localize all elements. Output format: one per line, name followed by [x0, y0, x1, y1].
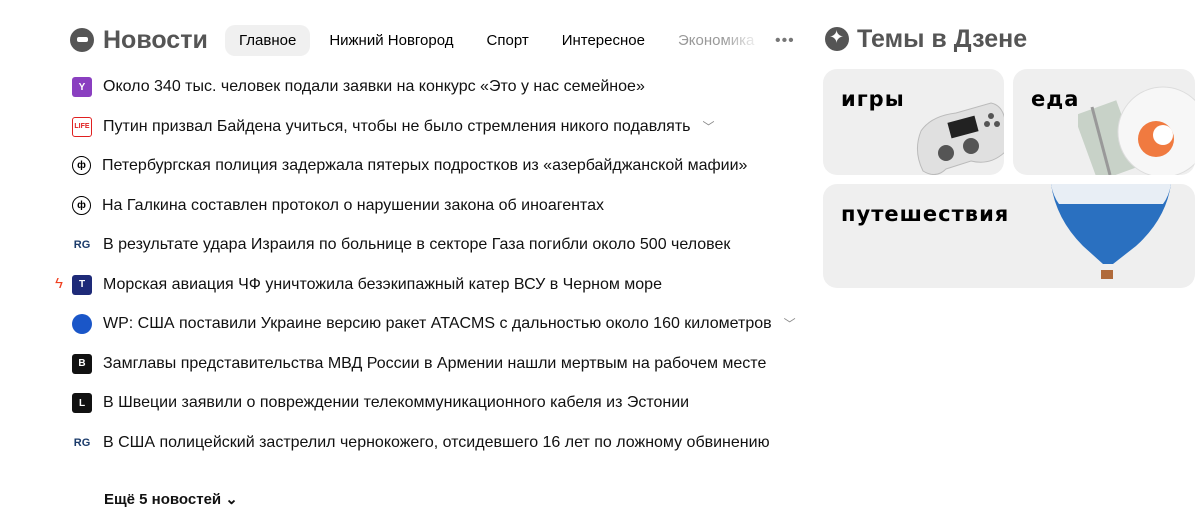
news-title-text: В США полицейский застрелил чернокожего,… [103, 433, 770, 451]
card-label: игры [841, 87, 905, 111]
news-title-text: Петербургская полиция задержала пятерых … [102, 157, 748, 174]
rg-icon: RG [72, 235, 92, 255]
lenta-icon: L [72, 393, 92, 413]
tass-icon: T [72, 274, 92, 295]
news-logo-icon[interactable] [70, 28, 94, 52]
news-title[interactable]: В результате удара Израиля по больнице в… [103, 234, 730, 255]
more-news-button[interactable]: Ещё 5 новостей ⌄ [104, 490, 238, 508]
zen-title[interactable]: Темы в Дзене [857, 25, 1027, 54]
chevron-down-icon[interactable]: ﹀ [784, 314, 796, 335]
hot-air-balloon-icon [1051, 184, 1171, 279]
news-title[interactable]: На Галкина составлен протокол о нарушени… [102, 195, 604, 216]
news-title[interactable]: Петербургская полиция задержала пятерых … [102, 155, 747, 176]
card-label: еда [1031, 87, 1080, 111]
news-item[interactable]: ф Петербургская полиция задержала пятерых… [50, 155, 810, 195]
gamepad-icon [917, 102, 1004, 175]
more-tabs-button[interactable]: ••• [775, 32, 795, 50]
tab-main[interactable]: Главное [225, 25, 311, 56]
news-list: Y Около 340 тыс. человек подали заявки на… [50, 76, 810, 471]
chevron-down-icon[interactable]: ﹀ [702, 117, 714, 138]
food-plate-icon [1078, 86, 1195, 175]
gazeta-icon [72, 314, 92, 334]
tab-nizhny-novgorod[interactable]: Нижний Новгород [315, 25, 467, 56]
news-title-text: WP: США поставили Украине версию ракет A… [103, 315, 772, 332]
news-item[interactable]: WP: США поставили Украине версию ракет A… [50, 313, 810, 353]
news-title-text: Замглавы представительства МВД России в … [103, 354, 767, 372]
news-item[interactable]: LIFE Путин призвал Байдена учиться, чтобы… [50, 116, 810, 156]
news-title-text: Морская авиация ЧФ уничтожила безэкипажн… [103, 275, 662, 293]
news-item[interactable]: RG В результате удара Израиля по больнице… [50, 234, 810, 274]
news-title[interactable]: Замглавы представительства МВД России в … [103, 353, 766, 374]
news-title[interactable]: WP: США поставили Украине версию ракет A… [103, 313, 796, 335]
news-title[interactable]: Морская авиация ЧФ уничтожила безэкипажн… [103, 274, 662, 295]
fontanka-icon: ф [72, 195, 91, 215]
news-title[interactable]: В США полицейский застрелил чернокожего,… [103, 432, 770, 453]
news-item[interactable]: RG В США полицейский застрелил чернокожег… [50, 432, 810, 472]
news-item[interactable]: L В Швеции заявили о повреждении телекомм… [50, 392, 810, 432]
zen-card-food[interactable]: еда [1013, 69, 1195, 175]
zen-card-travel[interactable]: путешествия [823, 184, 1195, 288]
tab-economy[interactable]: Экономика [664, 25, 762, 56]
tab-interesting[interactable]: Интересное [548, 25, 659, 56]
tab-sport[interactable]: Спорт [473, 25, 543, 56]
yandex-y-icon: Y [72, 77, 92, 97]
urgent-bolt-icon: ϟ [55, 274, 63, 292]
news-title-text: В Швеции заявили о повреждении телекомму… [103, 394, 690, 411]
news-title[interactable]: Путин призвал Байдена учиться, чтобы не … [103, 116, 715, 138]
zen-card-games[interactable]: игры [823, 69, 1004, 175]
brand-title[interactable]: Новости [103, 26, 208, 55]
news-title-text: На Галкина составлен протокол о нарушени… [102, 196, 604, 214]
news-title-text: Около 340 тыс. человек подали заявки на … [103, 78, 645, 95]
card-label: путешествия [841, 202, 1010, 226]
news-item[interactable]: B Замглавы представительства МВД России в… [50, 353, 810, 393]
life-icon: LIFE [72, 116, 92, 137]
tabs-bar: Главное Нижний Новгород Спорт Интересное… [225, 25, 795, 56]
news-title[interactable]: В Швеции заявили о повреждении телекомму… [103, 392, 689, 413]
rg-icon: RG [72, 432, 92, 453]
fontanka-icon: ф [72, 156, 91, 175]
news-title-text: Путин призвал Байдена учиться, чтобы не … [103, 117, 691, 135]
vedomosti-icon: B [72, 353, 92, 374]
news-item[interactable]: Y Около 340 тыс. человек подали заявки на… [50, 76, 810, 116]
news-title-text: В результате удара Израиля по больнице в… [103, 236, 731, 253]
news-item[interactable]: ϟ T Морская авиация ЧФ уничтожила безэкипа… [50, 274, 810, 314]
news-title[interactable]: Около 340 тыс. человек подали заявки на … [103, 76, 645, 97]
zen-logo-icon [825, 27, 849, 51]
news-item[interactable]: ф На Галкина составлен протокол о нарушен… [50, 195, 810, 235]
